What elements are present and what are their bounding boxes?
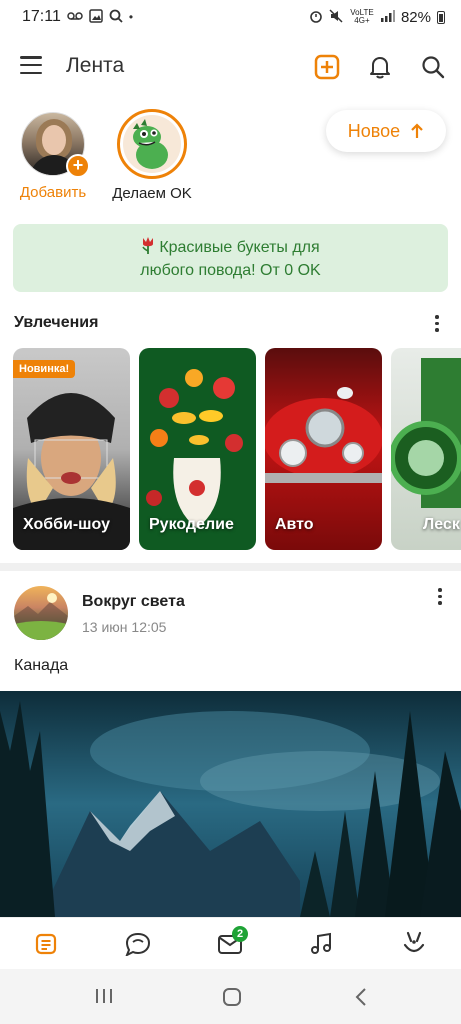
page-title: Лента [66,54,125,77]
promo-line2: любого повода! От 0 OK [140,262,321,279]
home-icon[interactable] [222,987,242,1012]
promo-banner[interactable]: Красивые букеты для любого повода! От 0 … [13,224,448,292]
search-icon [422,56,445,79]
network-type: VoLTE 4G+ [350,8,374,25]
mountain-landscape-image [0,691,461,917]
post-image[interactable] [0,691,461,917]
nav-ok[interactable] [400,930,428,958]
dinosaur-icon [133,119,168,169]
alarm-icon [309,9,323,26]
battery-icon [437,10,445,24]
nav-music[interactable] [308,930,336,958]
system-nav [0,969,461,1024]
dot-icon: • [128,10,134,24]
hobby-label: Хобби-шоу [23,516,110,533]
feed-icon [35,933,57,955]
plus-icon: + [66,154,90,178]
status-time: 17:11 [22,8,61,25]
post-text: Канада [14,657,69,674]
search-button[interactable] [418,52,448,82]
promo-line1: Красивые букеты для [159,239,320,256]
search-icon [109,9,123,26]
new-posts-label: Новое [347,120,401,141]
messages-badge: 2 [232,926,248,942]
nav-chat[interactable] [124,930,152,958]
back-icon[interactable] [354,987,368,1012]
story-add[interactable]: + Добавить [8,112,98,201]
landscape-avatar-image [14,593,68,640]
recent-apps-icon[interactable] [94,987,114,1010]
nav-messages[interactable]: 2 [216,926,248,958]
avatar [117,109,187,179]
bell-icon [370,57,390,79]
app-bar: Лента [0,42,461,90]
post-avatar[interactable] [14,586,68,640]
tulip-icon [141,236,155,260]
hobby-card[interactable]: Авто [265,348,382,550]
new-posts-button[interactable]: Новое [326,110,446,152]
mute-icon [329,8,343,26]
more-icon[interactable] [434,315,440,332]
hobby-label: Леск [423,516,460,533]
menu-icon[interactable] [20,56,42,74]
add-button[interactable] [312,52,342,82]
divider [0,563,461,571]
section-title: Увлечения [14,314,99,331]
hobby-card[interactable]: Леск [391,348,461,550]
post-author[interactable]: Вокруг света [82,593,185,611]
chat-icon [125,932,151,956]
hobby-card[interactable]: Новинка! Хобби-шоу [13,348,130,550]
music-icon [311,932,331,954]
bottom-nav: 2 [0,917,461,969]
battery-percent: 82% [400,8,431,26]
nav-feed[interactable] [32,930,60,958]
image-icon [89,8,103,26]
ok-icon [403,931,425,953]
arrow-up-icon [411,123,423,138]
new-badge: Новинка! [13,360,76,378]
post-time: 13 июн 12:05 [82,619,167,635]
story-ok-label: Делаем OK [112,185,192,202]
add-icon [314,54,340,80]
hobby-card[interactable]: Рукоделие [139,348,256,550]
hobby-label: Рукоделие [149,516,234,533]
story-add-label: Добавить [19,184,87,201]
hobby-label: Авто [275,516,314,533]
story-ok[interactable]: Делаем OK [107,109,197,202]
status-bar: 17:11 • VoLTE 4G+ 82% [0,0,461,34]
post-more-icon[interactable] [437,588,443,605]
notifications-button[interactable] [365,52,395,82]
signal-icon [380,9,395,25]
voicemail-icon [67,10,83,24]
